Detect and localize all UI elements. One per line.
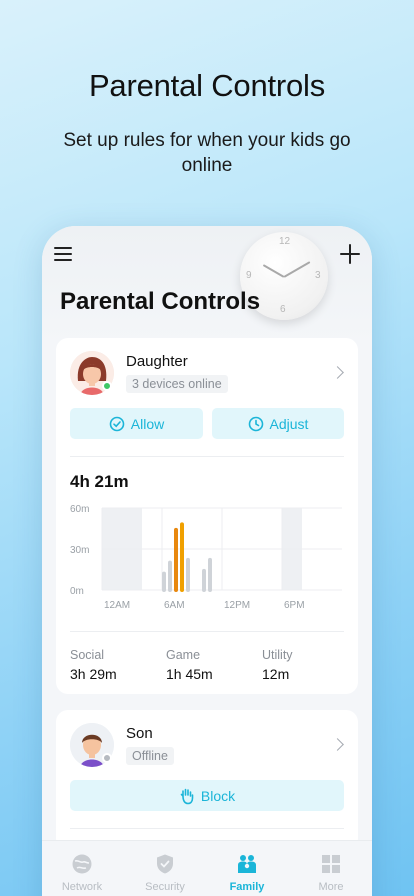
tab-more-label: More	[318, 881, 344, 893]
divider	[70, 828, 344, 829]
member-card-son: Son Offline Block	[56, 710, 358, 850]
y-tick-label: 30m	[70, 545, 89, 556]
allow-label: Allow	[130, 415, 165, 432]
bottom-tab-bar: Network Security Family More	[42, 840, 372, 896]
stat-game-label: Game	[166, 648, 201, 662]
phone-screen: 12 3 6 9 Parental Controls Daughter 3 de…	[42, 226, 372, 896]
x-tick-label: 12AM	[104, 600, 130, 611]
member-name: Daughter	[126, 353, 188, 370]
total-screen-time: 4h 21m	[70, 472, 129, 491]
usage-chart: 60m 30m 0m 12AM 6AM 12PM 6PM	[70, 504, 342, 611]
tab-network-label: Network	[61, 881, 103, 893]
device-status-badge: 3 devices online	[126, 375, 228, 393]
stat-social-label: Social	[70, 648, 105, 662]
x-tick-label: 12PM	[224, 600, 250, 611]
stat-social-value: 3h 29m	[70, 666, 117, 682]
clock-hour-hand	[262, 264, 285, 278]
adjust-button[interactable]: Adjust	[212, 408, 344, 439]
stat-utility-value: 12m	[262, 666, 290, 682]
stat-utility-label: Utility	[262, 648, 293, 662]
menu-icon[interactable]	[54, 247, 72, 261]
tab-more[interactable]: More	[296, 853, 366, 893]
clock-adjust-icon	[248, 416, 263, 431]
clock-number-3: 3	[315, 270, 321, 281]
online-status-dot	[102, 381, 112, 391]
allow-button[interactable]: Allow	[70, 408, 203, 439]
x-tick-label: 6AM	[164, 600, 185, 611]
page-title: Parental Controls	[60, 288, 261, 315]
hero-subtitle: Set up rules for when your kids go onlin…	[63, 130, 351, 176]
globe-icon	[72, 854, 92, 874]
tab-security[interactable]: Security	[130, 853, 200, 893]
divider	[70, 456, 344, 457]
clock-number-12: 12	[279, 236, 291, 247]
shield-icon	[157, 854, 173, 874]
stat-game-value: 1h 45m	[166, 666, 213, 682]
tab-network[interactable]: Network	[47, 853, 117, 893]
divider	[70, 631, 344, 632]
clock-minute-hand	[283, 261, 311, 278]
member-name: Son	[126, 725, 153, 742]
adjust-label: Adjust	[269, 415, 309, 432]
add-icon[interactable]	[340, 244, 360, 264]
block-label: Block	[200, 787, 236, 804]
member-card-daughter: Daughter 3 devices online Allow Adjust 4…	[56, 338, 358, 694]
hero-title: Parental Controls	[88, 68, 326, 103]
offline-status-dot	[102, 753, 112, 763]
grid-icon	[322, 855, 340, 873]
clock-number-6: 6	[280, 304, 286, 315]
check-badge-icon	[109, 416, 125, 431]
family-icon	[238, 855, 256, 873]
chevron-right-icon[interactable]	[331, 738, 344, 751]
y-tick-label: 0m	[70, 586, 84, 597]
tab-security-label: Security	[145, 881, 185, 893]
clock-number-9: 9	[246, 270, 252, 281]
hand-stop-icon	[180, 788, 194, 804]
tab-family-label: Family	[229, 881, 265, 893]
block-button[interactable]: Block	[70, 780, 344, 811]
device-status-badge: Offline	[126, 747, 174, 765]
tab-family[interactable]: Family	[212, 853, 282, 893]
x-tick-label: 6PM	[284, 600, 305, 611]
y-tick-label: 60m	[70, 504, 89, 515]
chevron-right-icon[interactable]	[331, 366, 344, 379]
